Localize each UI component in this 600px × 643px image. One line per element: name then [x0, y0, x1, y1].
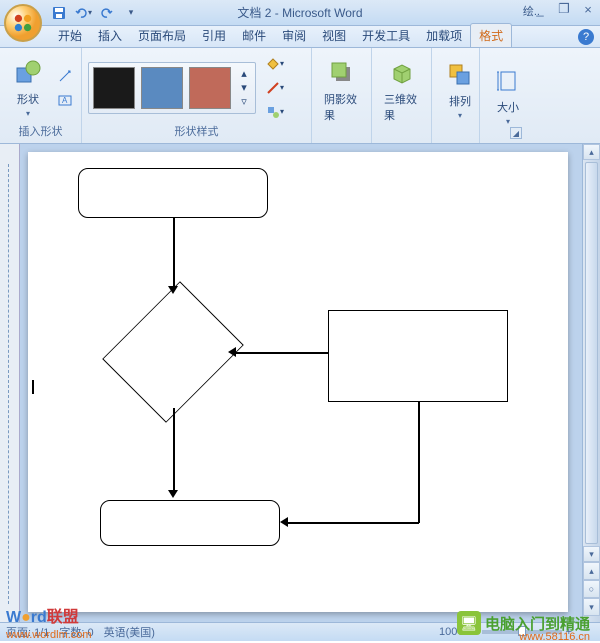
group-arrange: 排列 ▾ [432, 48, 480, 143]
fill-icon [266, 57, 280, 71]
style-gallery[interactable]: ▴ ▾ ▿ [88, 62, 256, 114]
group-label: 插入形状 [6, 123, 75, 141]
window-controls: _ ❐ × [532, 2, 596, 16]
tab-view[interactable]: 视图 [314, 24, 354, 47]
vertical-ruler[interactable] [0, 144, 20, 622]
shapes-button[interactable]: 形状 ▾ [6, 55, 50, 120]
group-label [438, 127, 473, 141]
tab-references[interactable]: 引用 [194, 24, 234, 47]
group-shape-styles: ▴ ▾ ▿ ▾ ▾ ▾ 形状样式 [82, 48, 312, 143]
change-shape-icon [266, 105, 280, 119]
arrow-head-3 [168, 490, 178, 498]
watermark-url1: www.wordlm.com [6, 629, 92, 641]
quick-access-toolbar: ▾ ▾ [50, 4, 140, 22]
gallery-up[interactable]: ▴ [237, 67, 251, 81]
group-3d: 三维效果 [372, 48, 432, 143]
group-label [318, 127, 365, 141]
watermark-58116: 🖥 电脑入门到精通 www.58116.cn [457, 611, 590, 635]
office-button[interactable] [4, 4, 42, 42]
close-button[interactable]: × [580, 2, 596, 16]
scroll-up-button[interactable]: ▴ [583, 144, 600, 160]
flowchart-terminator-top[interactable] [78, 168, 268, 218]
connector-4b[interactable] [288, 522, 419, 524]
connector-1[interactable] [173, 218, 175, 288]
tab-format[interactable]: 格式 [470, 23, 512, 47]
tab-home[interactable]: 开始 [50, 24, 90, 47]
shape-outline-button[interactable]: ▾ [264, 77, 286, 99]
page-container [20, 144, 582, 622]
connector-3[interactable] [173, 408, 175, 492]
document-area: ▴ ▾ ▴ ○ ▾ [0, 144, 600, 622]
group-label [378, 127, 425, 141]
3d-icon [386, 57, 418, 89]
text-box-button[interactable]: A [54, 89, 76, 111]
scroll-down-button[interactable]: ▾ [583, 546, 600, 562]
gallery-more[interactable]: ▿ [237, 95, 251, 109]
watermark-badge-icon: 🖥 [457, 611, 481, 635]
style-swatch-blue[interactable] [141, 67, 183, 109]
arrange-icon [444, 59, 476, 91]
save-icon [52, 6, 66, 20]
size-icon [492, 65, 524, 97]
shadow-effects-button[interactable]: 阴影效果 [318, 55, 365, 125]
ribbon: 形状 ▾ A 插入形状 ▴ ▾ ▿ ▾ ▾ [0, 48, 600, 144]
save-button[interactable] [50, 4, 68, 22]
undo-button[interactable]: ▾ [74, 4, 92, 22]
ribbon-tabs: 开始 插入 页面布局 引用 邮件 审阅 视图 开发工具 加载项 格式 ? [0, 26, 600, 48]
shadow-icon [326, 57, 358, 89]
vertical-scrollbar[interactable]: ▴ ▾ ▴ ○ ▾ [582, 144, 600, 622]
watermark-wordlm: W●rd联盟 [6, 603, 79, 627]
connector-2[interactable] [236, 352, 328, 354]
arrow-head-2 [228, 347, 236, 357]
shape-fill-button[interactable]: ▾ [264, 53, 286, 75]
text-box-icon: A [58, 93, 72, 107]
tab-page-layout[interactable]: 页面布局 [130, 24, 194, 47]
size-button[interactable]: 大小 ▾ [486, 63, 530, 128]
group-shadow: 阴影效果 [312, 48, 372, 143]
minimize-button[interactable]: _ [532, 2, 548, 16]
browse-prev-button[interactable]: ▴ [583, 562, 600, 580]
browse-object-button[interactable]: ○ [583, 580, 600, 598]
tab-developer[interactable]: 开发工具 [354, 24, 418, 47]
help-button[interactable]: ? [578, 29, 594, 45]
group-label: ◢ [486, 139, 522, 141]
flowchart-process[interactable] [328, 310, 508, 402]
redo-button[interactable] [98, 4, 116, 22]
text-cursor [32, 380, 34, 394]
office-logo-icon [12, 12, 34, 34]
outline-icon [266, 81, 280, 95]
qat-customize[interactable]: ▾ [122, 4, 140, 22]
flowchart-decision[interactable] [118, 297, 228, 407]
tab-mailings[interactable]: 邮件 [234, 24, 274, 47]
style-swatch-red[interactable] [189, 67, 231, 109]
document-page[interactable] [28, 152, 568, 612]
status-language[interactable]: 英语(美国) [104, 624, 155, 640]
group-size: 大小 ▾ ◢ [480, 48, 528, 143]
style-swatch-black[interactable] [93, 67, 135, 109]
arrange-button[interactable]: 排列 ▾ [438, 57, 482, 122]
edit-shape-button[interactable] [54, 65, 76, 87]
group-insert-shapes: 形状 ▾ A 插入形状 [0, 48, 82, 143]
tab-review[interactable]: 审阅 [274, 24, 314, 47]
window-title: 文档 2 - Microsoft Word [237, 4, 362, 21]
change-shape-button[interactable]: ▾ [264, 101, 286, 123]
shapes-icon [12, 57, 44, 89]
tab-addins[interactable]: 加载项 [418, 24, 470, 47]
flowchart-terminator-bottom[interactable] [100, 500, 280, 546]
gallery-down[interactable]: ▾ [237, 81, 251, 95]
undo-icon [74, 6, 88, 20]
title-bar: ▾ ▾ 文档 2 - Microsoft Word 绘.. _ ❐ × [0, 0, 600, 26]
tab-insert[interactable]: 插入 [90, 24, 130, 47]
group-label: 形状样式 [88, 123, 305, 141]
svg-text:A: A [62, 96, 68, 105]
dialog-launcher[interactable]: ◢ [510, 127, 522, 139]
scroll-thumb[interactable] [585, 162, 598, 544]
redo-icon [100, 6, 114, 20]
connector-4a[interactable] [418, 402, 420, 523]
arrow-head-4 [280, 517, 288, 527]
restore-button[interactable]: ❐ [556, 2, 572, 16]
edit-shape-icon [58, 69, 72, 83]
3d-effects-button[interactable]: 三维效果 [378, 55, 425, 125]
